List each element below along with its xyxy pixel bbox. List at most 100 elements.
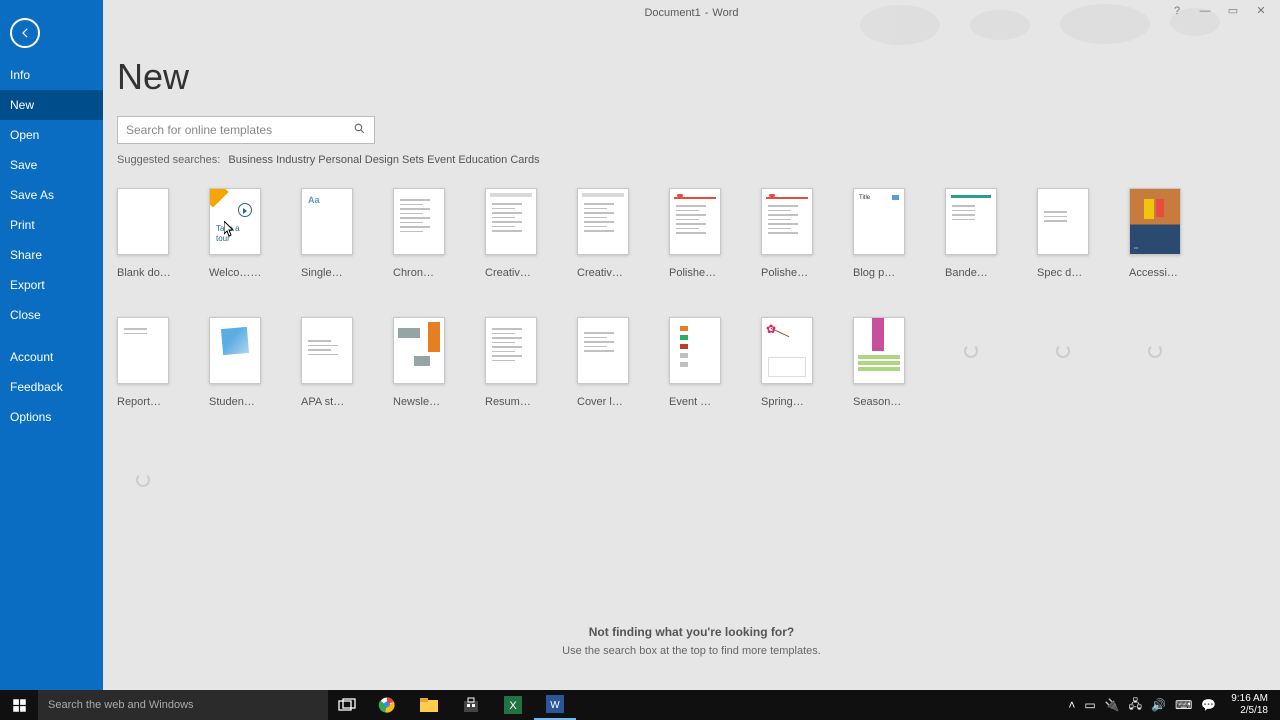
not-finding-title: Not finding what you're looking for? [117, 625, 1266, 639]
sidebar-item-feedback[interactable]: Feedback [0, 372, 103, 402]
template-creativ-5[interactable]: Creativ… [577, 188, 629, 279]
cortana-placeholder: Search the web and Windows [48, 699, 194, 711]
back-button[interactable] [10, 18, 40, 48]
template-polish-7[interactable]: Polishe… [761, 188, 813, 279]
network-icon[interactable]: 🖧 [1129, 695, 1142, 716]
template-report-12[interactable]: Report… [117, 317, 169, 408]
suggested-link-event[interactable]: Event [427, 154, 455, 166]
template-loading-23 [1129, 317, 1181, 408]
maximize-icon[interactable]: ▭ [1226, 4, 1240, 17]
template-label: Chron… [393, 267, 455, 279]
template-student-13[interactable]: Studen… [209, 317, 261, 408]
clock-time: 9:16 AM [1231, 693, 1268, 705]
template-aa-2[interactable]: Single… [301, 188, 353, 279]
windows-taskbar: Search the web and Windows X W ˄ ▭ 🔌 🖧 🔊… [0, 690, 1280, 720]
template-season-20[interactable]: Season… [853, 317, 905, 408]
store-icon[interactable] [450, 690, 492, 720]
taskbar-apps: X W [366, 690, 576, 720]
notification-icon[interactable]: 💬 [1201, 698, 1216, 712]
file-explorer-icon[interactable] [408, 690, 450, 720]
sidebar-item-print[interactable]: Print [0, 210, 103, 240]
suggested-searches: Suggested searches: Business Industry Pe… [117, 154, 1266, 166]
template-thumb [117, 446, 169, 513]
suggested-link-cards[interactable]: Cards [510, 154, 539, 166]
sidebar-item-close[interactable]: Close [0, 300, 103, 330]
sidebar-item-export[interactable]: Export [0, 270, 103, 300]
template-label: Single… [301, 267, 363, 279]
search-icon[interactable] [353, 122, 366, 138]
template-thumb [853, 317, 905, 384]
suggested-link-education[interactable]: Education [458, 154, 507, 166]
word-backstage: InfoNewOpenSaveSave AsPrintShareExportCl… [0, 0, 1280, 690]
template-accessi-11[interactable]: •••Accessi… [1129, 188, 1181, 279]
template-thumb: Take atour [209, 188, 261, 255]
template-spring-19[interactable]: Spring… [761, 317, 813, 408]
template-polish-6[interactable]: Polishe… [669, 188, 721, 279]
svg-text:W: W [550, 700, 560, 711]
template-blog-8[interactable]: TitleBlog p… [853, 188, 905, 279]
chrome-icon[interactable] [366, 690, 408, 720]
template-banded-9[interactable]: Bande… [945, 188, 997, 279]
template-thumb: ••• [1129, 188, 1181, 255]
sidebar-item-account[interactable]: Account [0, 342, 103, 372]
template-resume-16[interactable]: Resum… [485, 317, 537, 408]
backstage-sidebar: InfoNewOpenSaveSave AsPrintShareExportCl… [0, 0, 103, 690]
sidebar-item-save-as[interactable]: Save As [0, 180, 103, 210]
suggested-link-personal[interactable]: Personal [318, 154, 361, 166]
template-apa-14[interactable]: APA st… [301, 317, 353, 408]
template-label: Studen… [209, 396, 271, 408]
template-thumb [117, 317, 169, 384]
start-button[interactable] [0, 690, 38, 720]
template-thumb [393, 188, 445, 255]
template-event-18[interactable]: Event … [669, 317, 721, 408]
template-label: Season… [853, 396, 915, 408]
sidebar-item-save[interactable]: Save [0, 150, 103, 180]
keyboard-icon[interactable]: ⌨ [1175, 698, 1192, 712]
template-newsle-15[interactable]: Newsle… [393, 317, 445, 408]
battery-icon[interactable]: ▭ [1084, 698, 1095, 712]
template-label: Creativ… [485, 267, 547, 279]
main-area: Document1 - Word ? — ▭ ✕ New Suggested s… [103, 0, 1280, 690]
minimize-icon[interactable]: — [1198, 5, 1212, 17]
template-creativ-4[interactable]: Creativ… [485, 188, 537, 279]
template-cover-17[interactable]: Cover l… [577, 317, 629, 408]
template-thumb [761, 317, 813, 384]
template-spec-10[interactable]: Spec d… [1037, 188, 1089, 279]
search-input[interactable] [126, 123, 353, 137]
help-icon[interactable]: ? [1170, 5, 1184, 17]
power-icon[interactable]: 🔌 [1105, 698, 1120, 712]
task-view-icon[interactable] [328, 698, 366, 712]
clock[interactable]: 9:16 AM 2/5/18 [1225, 693, 1274, 717]
tray-chevron-icon[interactable]: ˄ [1068, 698, 1075, 712]
template-label: Accessi… [1129, 267, 1191, 279]
sidebar-item-share[interactable]: Share [0, 240, 103, 270]
sidebar-item-options[interactable]: Options [0, 402, 103, 432]
suggested-label: Suggested searches: [117, 154, 220, 166]
sidebar-item-info[interactable]: Info [0, 60, 103, 90]
suggested-link-design-sets[interactable]: Design Sets [365, 154, 424, 166]
template-label: Spec d… [1037, 267, 1099, 279]
sidebar-item-new[interactable]: New [0, 90, 103, 120]
template-thumb [1037, 188, 1089, 255]
template-welcome-1[interactable]: Take atourWelco…📌 [209, 188, 261, 279]
template-search[interactable] [117, 116, 375, 144]
cortana-search[interactable]: Search the web and Windows [38, 690, 328, 720]
app-name: Word [712, 7, 738, 19]
template-label: APA st… [301, 396, 363, 408]
template-blank-0[interactable]: Blank do… [117, 188, 169, 279]
template-label: Blog p… [853, 267, 915, 279]
word-icon[interactable]: W [534, 690, 576, 720]
template-gallery: Blank do…Take atourWelco…📌Single…Chron…C… [117, 188, 1237, 525]
sidebar-item-open[interactable]: Open [0, 120, 103, 150]
template-thumb [577, 188, 629, 255]
suggested-link-industry[interactable]: Industry [276, 154, 315, 166]
document-name: Document1 [644, 7, 700, 19]
template-chron-3[interactable]: Chron… [393, 188, 445, 279]
close-icon[interactable]: ✕ [1254, 4, 1268, 17]
volume-icon[interactable]: 🔊 [1151, 698, 1166, 712]
template-label: Bande… [945, 267, 1007, 279]
clock-date: 2/5/18 [1231, 705, 1268, 717]
excel-icon[interactable]: X [492, 690, 534, 720]
suggested-link-business[interactable]: Business [228, 154, 273, 166]
template-label: Polishe… [761, 267, 823, 279]
